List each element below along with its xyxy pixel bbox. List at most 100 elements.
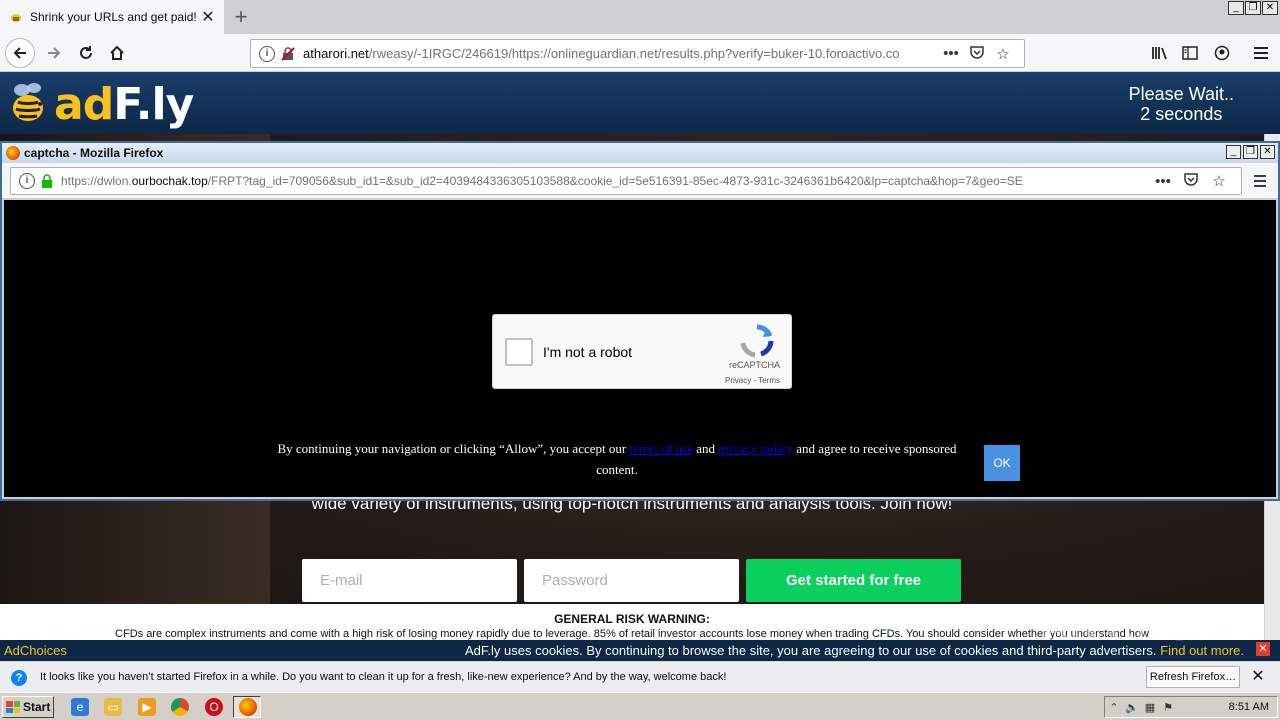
firefox-icon [6, 146, 20, 160]
popup-url-scheme: https://dwlon. [61, 174, 132, 188]
popup-url-text: https://dwlon.ourbochak.top/FRPT?tag_id=… [61, 174, 1149, 188]
privacy-policy-link[interactable]: privacy policy [718, 441, 793, 456]
popup-page-actions-icon[interactable]: ••• [1149, 173, 1177, 190]
chrome-icon[interactable] [171, 698, 189, 716]
bee-icon [13, 83, 43, 121]
windows-taskbar: Start e ▭ ▶ O ⌃ 🔈 ▦ ⚑ 8:51 AM [0, 692, 1280, 720]
firefox-taskbar-button[interactable] [233, 696, 261, 718]
consent-text: By continuing your navigation or clickin… [272, 438, 962, 480]
recaptcha-privacy-terms[interactable]: Privacy - Terms [725, 376, 780, 385]
library-icon[interactable] [1146, 39, 1174, 67]
pocket-icon[interactable] [964, 44, 990, 64]
secure-lock-icon[interactable] [41, 174, 53, 188]
system-tray: ⌃ 🔈 ▦ ⚑ 8:51 AM [1104, 696, 1278, 718]
bookmark-star-icon[interactable]: ☆ [990, 45, 1016, 63]
notification-message: It looks like you haven’t started Firefo… [40, 671, 727, 683]
home-button[interactable] [103, 39, 131, 67]
action-center-flag-icon[interactable]: ⚑ [1159, 701, 1177, 714]
captcha-popup-window: captcha - Mozilla Firefox _ ❐ ✕ i https:… [0, 141, 1280, 501]
popup-nav-bar: i https://dwlon.ourbochak.top/FRPT?tag_i… [2, 163, 1278, 199]
info-icon: ? [11, 670, 27, 686]
consent-part-1: By continuing your navigation or clickin… [277, 441, 630, 456]
please-wait-countdown: Please Wait.. 2 seconds [1129, 84, 1234, 124]
start-button[interactable]: Start [2, 696, 54, 718]
nav-toolbar: i atharori.net/rweasy/-1IRGC/246619/http… [0, 34, 1280, 72]
forward-button[interactable] [40, 39, 68, 67]
refresh-notification-bar: ? It looks like you haven’t started Fire… [0, 661, 1280, 692]
restore-button[interactable]: ❐ [1245, 1, 1261, 15]
tray-expand-icon[interactable]: ⌃ [1105, 701, 1123, 714]
recaptcha-logo-icon [740, 324, 774, 358]
recaptcha-label: I'm not a robot [543, 344, 633, 360]
popup-hamburger-menu-icon[interactable] [1250, 171, 1270, 191]
url-host: atharori.net [303, 46, 369, 61]
popup-bookmark-star-icon[interactable]: ☆ [1205, 172, 1233, 190]
tab-close-icon[interactable]: ✕ [200, 7, 216, 27]
account-icon[interactable] [1208, 39, 1236, 67]
logo-fly: F.ly [113, 78, 194, 130]
popup-minimize-button[interactable]: _ [1226, 145, 1241, 159]
minimize-button[interactable]: _ [1228, 1, 1244, 15]
popup-page-content: I'm not a robot reCAPTCHA Privacy - Term… [4, 200, 1276, 497]
home-icon [110, 45, 124, 60]
firefox-taskbar-icon [239, 698, 257, 716]
popup-url-path: /FRPT?tag_id=709056&sub_id1=&sub_id2=403… [207, 174, 1023, 188]
popup-restore-button[interactable]: ❐ [1243, 145, 1258, 159]
password-field[interactable]: Password [524, 559, 739, 602]
reload-button[interactable] [72, 39, 100, 67]
tab-adfly[interactable]: Shrink your URLs and get paid! ✕ [0, 0, 224, 34]
url-text: atharori.net/rweasy/-1IRGC/246619/https:… [303, 46, 938, 61]
site-info-icon[interactable]: i [259, 45, 275, 62]
media-player-icon[interactable]: ▶ [138, 698, 156, 716]
popup-close-button[interactable]: ✕ [1260, 145, 1275, 159]
opera-icon[interactable]: O [205, 698, 223, 716]
page-actions-icon[interactable]: ••• [938, 45, 964, 62]
cookie-close-icon[interactable]: ✕ [1256, 642, 1270, 656]
recaptcha-checkbox[interactable] [505, 338, 533, 366]
start-label: Start [23, 700, 51, 714]
network-icon[interactable]: ▦ [1141, 701, 1159, 714]
signup-form: E-mail Password Get started for free [302, 559, 961, 602]
wait-line-1: Please Wait.. [1128, 84, 1234, 104]
file-explorer-icon[interactable]: ▭ [104, 698, 122, 716]
recaptcha-widget: I'm not a robot reCAPTCHA Privacy - Term… [492, 314, 792, 389]
adfly-favicon-icon [8, 9, 24, 25]
url-path: /rweasy/-1IRGC/246619/https://onlineguar… [368, 46, 900, 61]
refresh-firefox-button[interactable]: Refresh Firefox… [1146, 666, 1240, 688]
back-arrow-icon [13, 47, 26, 59]
back-button[interactable] [5, 38, 35, 68]
popup-site-info-icon[interactable]: i [19, 173, 35, 189]
tab-strip: Shrink your URLs and get paid! ✕ + _ ❐ ✕ [0, 0, 1280, 34]
email-field[interactable]: E-mail [302, 559, 517, 602]
adfly-header: adF.ly Please Wait.. 2 seconds [0, 72, 1280, 134]
popup-url-host: ourbochak.top [131, 174, 208, 188]
address-bar[interactable]: i atharori.net/rweasy/-1IRGC/246619/http… [250, 39, 1025, 68]
adfly-logo-text: adF.ly [54, 78, 194, 130]
internet-explorer-icon[interactable]: e [71, 698, 89, 716]
windows-flag-icon [6, 701, 20, 713]
anyrun-watermark: ANY.RUN [1040, 605, 1225, 649]
tab-title: Shrink your URLs and get paid! [30, 10, 197, 24]
sidebar-icon[interactable] [1176, 39, 1204, 67]
get-started-button[interactable]: Get started for free [746, 559, 961, 602]
insecure-lock-icon[interactable] [281, 46, 295, 61]
new-tab-button[interactable]: + [228, 4, 254, 30]
popup-title-bar[interactable]: captcha - Mozilla Firefox _ ❐ ✕ [2, 143, 1278, 163]
adchoices-link[interactable]: AdChoices [4, 643, 67, 658]
adfly-logo[interactable]: adF.ly [10, 76, 194, 132]
recaptcha-brand: reCAPTCHA [728, 360, 780, 370]
consent-part-2: and [693, 441, 719, 456]
reload-icon [80, 46, 92, 59]
logo-ad: ad [54, 78, 114, 130]
volume-icon[interactable]: 🔈 [1123, 701, 1141, 714]
forward-arrow-icon [48, 47, 61, 59]
popup-pocket-icon[interactable] [1177, 171, 1205, 191]
clock[interactable]: 8:51 AM [1229, 701, 1269, 713]
hamburger-menu-icon[interactable] [1247, 39, 1275, 67]
popup-address-bar[interactable]: i https://dwlon.ourbochak.top/FRPT?tag_i… [10, 167, 1242, 195]
terms-of-use-link[interactable]: terms of use [629, 441, 693, 456]
notification-close-icon[interactable]: ✕ [1250, 669, 1266, 685]
ok-button[interactable]: OK [984, 445, 1020, 481]
close-window-button[interactable]: ✕ [1262, 1, 1278, 15]
popup-title: captcha - Mozilla Firefox [24, 146, 164, 160]
